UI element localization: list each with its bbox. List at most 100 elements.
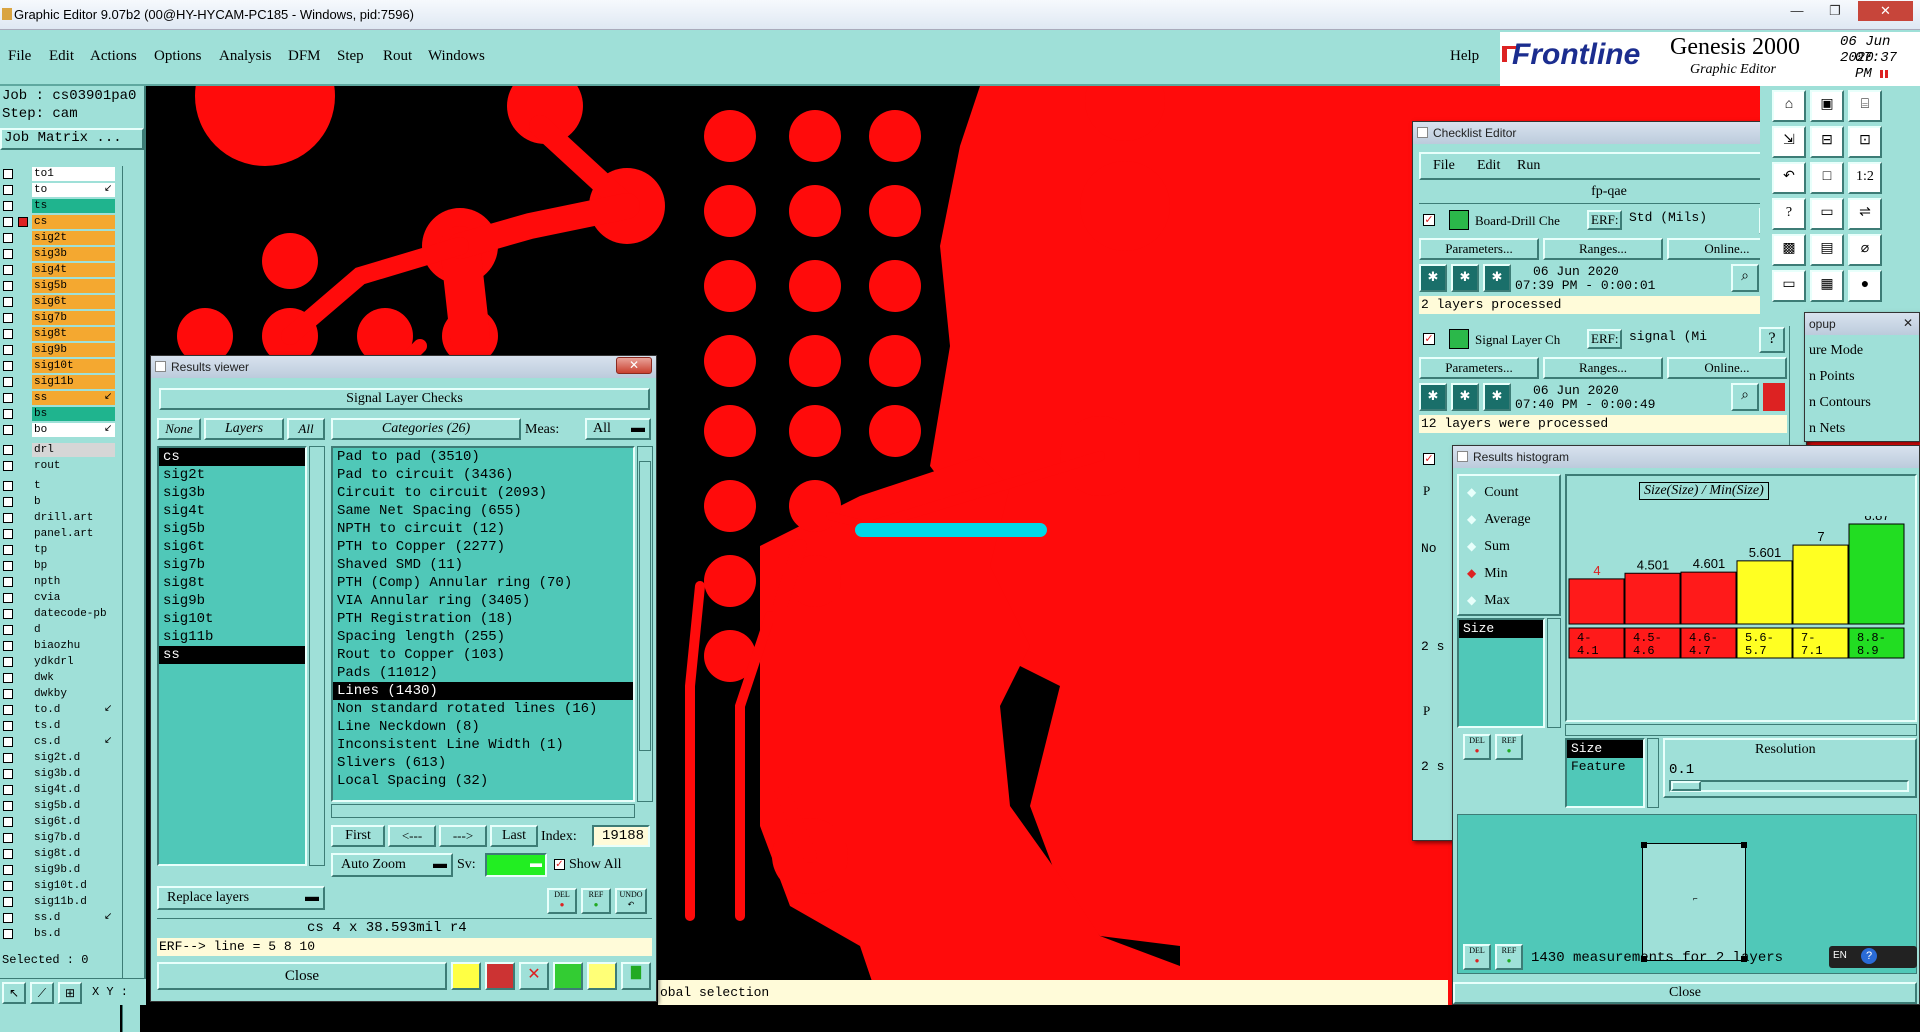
layer-checkbox[interactable] xyxy=(3,593,13,603)
histogram-bar[interactable] xyxy=(1848,523,1905,625)
layer-checkbox[interactable] xyxy=(3,393,13,403)
layer-row[interactable]: sig3b.d xyxy=(0,766,118,782)
layer-name[interactable]: bo xyxy=(32,423,115,437)
layer-row[interactable]: cs.d ↙ xyxy=(0,734,118,750)
layer-name[interactable]: sig5b.d xyxy=(32,799,115,813)
run-selected-icon[interactable]: ✱ xyxy=(1451,383,1479,411)
results-close-button[interactable]: Close xyxy=(157,962,447,990)
zoom-results-icon[interactable]: ⌕ xyxy=(1731,264,1759,292)
category-list-item[interactable]: Inconsistent Line Width (1) xyxy=(333,736,633,754)
parameters-button[interactable]: Parameters... xyxy=(1419,357,1539,379)
layer-checkbox[interactable] xyxy=(3,217,13,227)
layer-name[interactable]: dwk xyxy=(32,671,115,685)
checklist-menu-edit[interactable]: Edit xyxy=(1477,158,1500,174)
layer-row[interactable]: ydkdrl xyxy=(0,654,118,670)
layer-row[interactable]: sig7b.d xyxy=(0,830,118,846)
ranges-button[interactable]: Ranges... xyxy=(1543,357,1663,379)
layer-checkbox[interactable] xyxy=(3,737,13,747)
layer-name[interactable]: ss.d xyxy=(32,911,115,925)
layer-name[interactable]: sig7b xyxy=(32,311,115,325)
hist-ref-button-2[interactable]: REF ● xyxy=(1495,944,1523,970)
layer-row[interactable]: bo ↙ xyxy=(0,422,118,438)
attribute-item[interactable]: Size xyxy=(1459,620,1543,638)
layer-row[interactable]: d xyxy=(0,622,118,638)
layer-row[interactable]: panel.art xyxy=(0,526,118,542)
layer-checkbox[interactable] xyxy=(3,545,13,555)
replace-layers-select[interactable]: Replace layers ▬ xyxy=(157,886,325,910)
category-list-item[interactable]: Pad to circuit (3436) xyxy=(333,466,633,484)
report-tool-icon[interactable] xyxy=(587,962,617,990)
hist-del-button[interactable]: DEL ● xyxy=(1463,734,1491,760)
category-list-item[interactable]: VIA Annular ring (3405) xyxy=(333,592,633,610)
histogram-bar[interactable] xyxy=(1736,560,1793,625)
layer-name[interactable]: cs xyxy=(32,215,115,229)
layer-row[interactable]: tp xyxy=(0,542,118,558)
layer-row[interactable]: datecode-pb xyxy=(0,606,118,622)
histogram-bar[interactable] xyxy=(1624,572,1681,625)
route-icon[interactable]: ⇌ xyxy=(1848,198,1882,230)
layer-row[interactable]: sig5b.d xyxy=(0,798,118,814)
layer-checkbox[interactable] xyxy=(3,721,13,731)
layers-all-button[interactable]: All xyxy=(287,418,325,440)
layer-checkbox[interactable] xyxy=(3,497,13,507)
menu-edit[interactable]: Edit xyxy=(49,48,74,65)
layer-row[interactable]: bs xyxy=(0,406,118,422)
layer-name[interactable]: tp xyxy=(32,543,115,557)
layer-checkbox[interactable] xyxy=(3,881,13,891)
layer-name[interactable]: biaozhu xyxy=(32,639,115,653)
layer-name[interactable]: sig9b.d xyxy=(32,863,115,877)
layer-list-item[interactable]: sig7b xyxy=(159,556,305,574)
histogram-tool-icon[interactable]: ▇ xyxy=(621,962,651,990)
last-button[interactable]: Last xyxy=(490,825,538,847)
partial-checkbox[interactable]: ✓ xyxy=(1423,453,1435,465)
layer-checkbox[interactable] xyxy=(3,185,13,195)
show-all-checkbox[interactable]: ✓ xyxy=(554,859,565,870)
layer-checkbox[interactable] xyxy=(3,361,13,371)
layer-name[interactable]: b xyxy=(32,495,115,509)
layers-list-scrollbar[interactable] xyxy=(309,446,325,866)
layer-name[interactable]: sig11b.d xyxy=(32,895,115,909)
x-attribute-list[interactable]: Size Feature xyxy=(1565,738,1645,808)
layer-name[interactable]: sig8t.d xyxy=(32,847,115,861)
layer-checkbox[interactable] xyxy=(3,481,13,491)
layers-list[interactable]: cs sig2t sig3b sig4t sig5b sig6t sig7b sig8t sig… xyxy=(157,446,307,866)
layer-name[interactable]: sig2t.d xyxy=(32,751,115,765)
results-viewer-titlebar[interactable]: Results viewer ✕ xyxy=(151,356,656,378)
layer-name[interactable]: ts.d xyxy=(32,719,115,733)
layer-row[interactable]: sig9b.d xyxy=(0,862,118,878)
help-icon[interactable]: ? xyxy=(1772,198,1806,230)
layers-none-button[interactable]: None xyxy=(157,418,201,440)
layer-checkbox[interactable] xyxy=(3,833,13,843)
layer-name[interactable]: sig3b.d xyxy=(32,767,115,781)
layer-row[interactable]: sig7b xyxy=(0,310,118,326)
histogram-mode-option[interactable]: ◆ Max xyxy=(1467,592,1510,612)
layers-tab[interactable]: Layers xyxy=(204,418,284,440)
layer-row[interactable]: ts xyxy=(0,198,118,214)
layer-row[interactable]: cs xyxy=(0,214,118,230)
layer-row[interactable]: sig8t.d xyxy=(0,846,118,862)
layer-checkbox[interactable] xyxy=(3,753,13,763)
category-list-item[interactable]: Rout to Copper (103) xyxy=(333,646,633,664)
layer-list-item[interactable]: sig8t xyxy=(159,574,305,592)
clip-icon[interactable]: ⊟ xyxy=(1810,126,1844,158)
histogram-hscrollbar[interactable] xyxy=(1565,724,1917,736)
check-enable-checkbox[interactable]: ✓ xyxy=(1423,333,1435,345)
menu-actions[interactable]: Actions xyxy=(90,48,137,65)
layer-name[interactable]: t xyxy=(32,479,115,493)
layer-row[interactable]: drill.art xyxy=(0,510,118,526)
run-icon[interactable]: ✱ xyxy=(1419,264,1447,292)
screen-icon[interactable]: ▭ xyxy=(1772,270,1806,302)
category-list-item[interactable]: Pad to pad (3510) xyxy=(333,448,633,466)
layer-checkbox[interactable] xyxy=(3,849,13,859)
category-list-item[interactable]: Local Spacing (32) xyxy=(333,772,633,790)
layer-row[interactable]: bp xyxy=(0,558,118,574)
measure-tool-icon[interactable]: ⟋ xyxy=(30,982,54,1004)
layer-list-item[interactable]: sig4t xyxy=(159,502,305,520)
category-list-item[interactable]: Spacing length (255) xyxy=(333,628,633,646)
popup-item-3[interactable]: n Nets xyxy=(1809,421,1845,437)
category-list-item[interactable]: Pads (11012) xyxy=(333,664,633,682)
layer-name[interactable]: drill.art xyxy=(32,511,115,525)
erf-value[interactable]: Std (Mils) xyxy=(1629,210,1707,225)
layer-name[interactable]: sig4t xyxy=(32,263,115,277)
save-icon[interactable]: □ xyxy=(1810,162,1844,194)
